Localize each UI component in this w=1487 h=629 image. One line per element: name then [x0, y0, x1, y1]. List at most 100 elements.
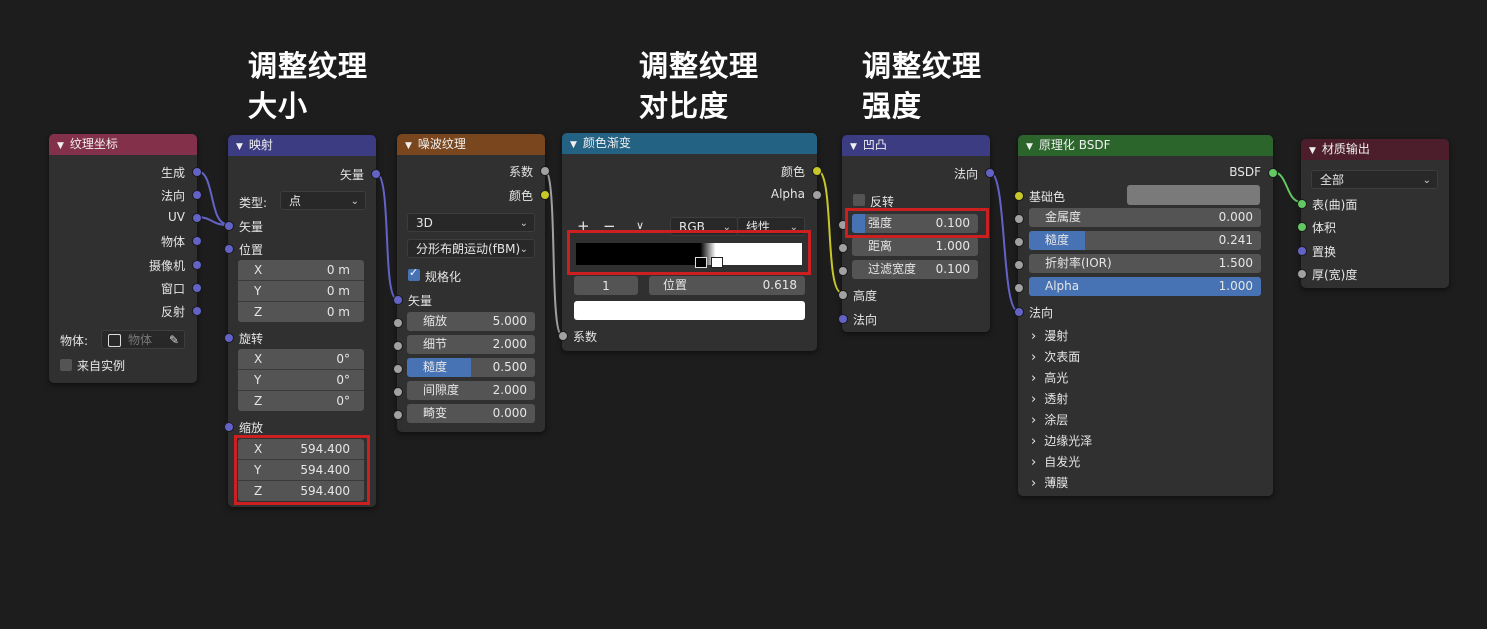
socket-input[interactable]	[1014, 214, 1024, 224]
noise-header[interactable]: ▼ 噪波纹理	[397, 134, 545, 155]
dimension-dropdown[interactable]: 3D ⌄	[407, 213, 535, 232]
socket-vector-in[interactable]	[224, 221, 234, 231]
socket-color-out[interactable]	[540, 190, 550, 200]
field-noise-fields-3[interactable]: 间隙度 2.000	[407, 381, 535, 400]
socket-input[interactable]	[393, 387, 403, 397]
stop-color-swatch[interactable]	[574, 301, 805, 320]
socket-vector-out[interactable]	[371, 169, 381, 179]
location-y[interactable]: Y 0 m	[238, 281, 364, 302]
socket-input[interactable]	[838, 266, 848, 276]
panel-3[interactable]: › 透射	[1031, 390, 1068, 407]
base-color-swatch[interactable]	[1127, 185, 1260, 205]
output-header[interactable]: ▼ 材质输出	[1301, 139, 1449, 160]
socket-input[interactable]	[1014, 283, 1024, 293]
field-bsdf-fields-2[interactable]: 折射率(IOR) 1.500	[1029, 254, 1261, 273]
socket-fac-out[interactable]	[540, 166, 550, 176]
texture-coordinate-node[interactable]: ▼ 纹理坐标 生成 法向 UV 物体 摄像机 窗口 反射 物体: 物体 ✎ 来自实…	[49, 134, 202, 383]
rotation-x[interactable]: X 0°	[238, 349, 364, 370]
panel-6[interactable]: › 自发光	[1031, 453, 1080, 470]
socket-location[interactable]	[224, 244, 234, 254]
socket-height-in[interactable]	[838, 290, 848, 300]
panel-7[interactable]: › 薄膜	[1031, 474, 1068, 491]
location-x[interactable]: X 0 m	[238, 260, 364, 281]
field-bsdf-fields-1[interactable]: 糙度 0.241	[1029, 231, 1261, 250]
socket-input[interactable]	[393, 341, 403, 351]
socket-fac-in[interactable]	[558, 331, 568, 341]
location-fields[interactable]: X 0 m Y 0 m Z 0 m	[238, 260, 364, 322]
panel-0[interactable]: › 漫射	[1031, 327, 1068, 344]
panel-2[interactable]: › 高光	[1031, 369, 1068, 386]
socket-input[interactable]	[393, 410, 403, 420]
socket-uv[interactable]	[192, 213, 202, 223]
field-bump-fields-2[interactable]: 过滤宽度 0.100	[852, 260, 978, 279]
stop-index-field[interactable]: 1	[574, 276, 638, 295]
collapse-chevron-icon[interactable]: ▼	[850, 137, 857, 158]
socket-input[interactable]	[393, 364, 403, 374]
socket-bsdf-out[interactable]	[1268, 168, 1278, 178]
target-dropdown[interactable]: 全部 ⌄	[1311, 170, 1438, 189]
field-noise-fields-2[interactable]: 糙度 0.500	[407, 358, 535, 377]
chevron-right-icon: ›	[1031, 350, 1037, 365]
link-mapping-to-noise	[375, 172, 398, 300]
panel-1[interactable]: › 次表面	[1031, 348, 1080, 365]
noise-texture-node[interactable]: ▼噪波纹理 系数 颜色 3D⌄ 分形布朗运动(fBM)⌄ 规格化 矢量 缩放5.…	[393, 134, 550, 432]
socket-normal[interactable]	[192, 190, 202, 200]
collapse-chevron-icon[interactable]: ▼	[1026, 137, 1033, 158]
socket-input[interactable]	[838, 243, 848, 253]
rotation-fields[interactable]: X 0° Y 0° Z 0°	[238, 349, 364, 411]
socket-object[interactable]	[192, 236, 202, 246]
socket-normal-out[interactable]	[985, 168, 995, 178]
socket-input[interactable]	[1014, 260, 1024, 270]
socket-vector-in[interactable]	[393, 295, 403, 305]
invert-checkbox[interactable]	[853, 194, 865, 206]
color-ramp-header[interactable]: ▼ 颜色渐变	[562, 133, 817, 154]
stop-position-field[interactable]: 位置 0.618	[649, 276, 805, 295]
socket-input[interactable]	[1014, 237, 1024, 247]
socket-thickness[interactable]	[1297, 269, 1307, 279]
socket-rotation[interactable]	[224, 333, 234, 343]
noise-type-dropdown[interactable]: 分形布朗运动(fBM) ⌄	[407, 239, 535, 258]
object-picker[interactable]: 物体 ✎	[101, 330, 185, 349]
socket-alpha-out[interactable]	[812, 190, 822, 200]
chevron-down-icon: ⌄	[519, 244, 528, 255]
principled-bsdf-node[interactable]: ▼ 原理化 BSDF BSDF 基础色 金属度 0.000 糙度 0.241 折射率(IO…	[1014, 135, 1278, 496]
field-bump-fields-1[interactable]: 距离 1.000	[852, 237, 978, 256]
type-dropdown[interactable]: 点 ⌄	[280, 191, 366, 210]
panel-5[interactable]: › 边缘光泽	[1031, 432, 1092, 449]
collapse-chevron-icon[interactable]: ▼	[57, 136, 64, 157]
panel-4[interactable]: › 涂层	[1031, 411, 1068, 428]
collapse-chevron-icon[interactable]: ▼	[1309, 141, 1316, 162]
socket-input[interactable]	[393, 318, 403, 328]
socket-scale[interactable]	[224, 422, 234, 432]
bsdf-header[interactable]: ▼ 原理化 BSDF	[1018, 135, 1273, 156]
material-output-node[interactable]: ▼ 材质输出 全部 ⌄ 表(曲)面 体积 置换 厚(宽)度	[1297, 139, 1449, 288]
socket-normal-in[interactable]	[1014, 307, 1024, 317]
collapse-chevron-icon[interactable]: ▼	[236, 137, 243, 158]
socket-color-out[interactable]	[812, 166, 822, 176]
socket-window[interactable]	[192, 283, 202, 293]
field-bsdf-fields-0[interactable]: 金属度 0.000	[1029, 208, 1261, 227]
bump-header[interactable]: ▼ 凹凸	[842, 135, 990, 156]
socket-base-color[interactable]	[1014, 191, 1024, 201]
mapping-header[interactable]: ▼ 映射	[228, 135, 376, 156]
rotation-z[interactable]: Z 0°	[238, 391, 364, 411]
collapse-chevron-icon[interactable]: ▼	[570, 135, 577, 156]
socket-displacement[interactable]	[1297, 246, 1307, 256]
normalize-checkbox[interactable]	[408, 266, 420, 281]
field-noise-fields-0[interactable]: 缩放 5.000	[407, 312, 535, 331]
field-bsdf-fields-3[interactable]: Alpha 1.000	[1029, 277, 1261, 296]
collapse-chevron-icon[interactable]: ▼	[405, 136, 412, 157]
socket-normal-in[interactable]	[838, 314, 848, 324]
field-noise-fields-1[interactable]: 细节 2.000	[407, 335, 535, 354]
field-noise-fields-4[interactable]: 畸变 0.000	[407, 404, 535, 423]
socket-volume[interactable]	[1297, 222, 1307, 232]
socket-surface[interactable]	[1297, 199, 1307, 209]
eyedropper-icon[interactable]: ✎	[169, 331, 179, 350]
from-instancer-checkbox[interactable]	[60, 359, 72, 371]
location-z[interactable]: Z 0 m	[238, 302, 364, 322]
socket-generated[interactable]	[192, 167, 202, 177]
rotation-y[interactable]: Y 0°	[238, 370, 364, 391]
socket-reflection[interactable]	[192, 306, 202, 316]
texture-coordinate-header[interactable]: ▼ 纹理坐标	[49, 134, 197, 155]
socket-camera[interactable]	[192, 260, 202, 270]
